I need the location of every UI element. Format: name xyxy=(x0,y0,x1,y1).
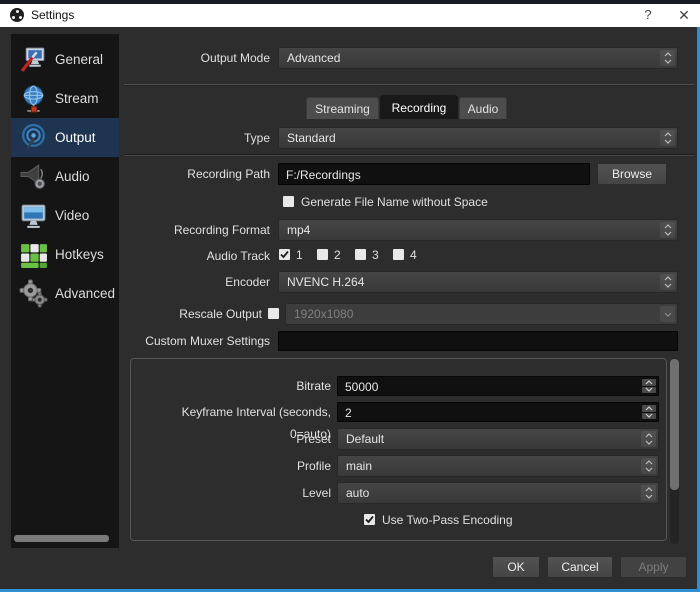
rescale-output-checkbox[interactable] xyxy=(268,308,279,319)
titlebar[interactable]: Settings ? ✕ xyxy=(0,4,700,27)
audio-icon xyxy=(19,162,48,191)
spin-up-icon xyxy=(642,405,656,412)
settings-category-list: General Stream xyxy=(11,34,119,548)
audio-track-2-label: 2 xyxy=(334,248,341,262)
chevron-updown-icon xyxy=(641,458,656,474)
chevron-updown-icon xyxy=(660,130,675,146)
audio-track-3-label: 3 xyxy=(372,248,379,262)
apply-button[interactable]: Apply xyxy=(620,556,687,578)
obs-logo-icon xyxy=(10,8,24,22)
advanced-icon xyxy=(19,279,48,308)
preset-select[interactable]: Default xyxy=(337,428,659,450)
chevron-down-icon xyxy=(660,306,675,322)
audio-track-label: Audio Track xyxy=(130,245,270,267)
sidebar-horizontal-scrollbar[interactable] xyxy=(14,535,109,542)
level-select[interactable]: auto xyxy=(337,482,659,504)
audio-track-2-checkbox[interactable] xyxy=(317,249,328,260)
audio-track-4-checkbox[interactable] xyxy=(393,249,404,260)
chevron-updown-icon xyxy=(641,431,656,447)
chevron-updown-icon xyxy=(660,274,675,290)
spinner-buttons[interactable] xyxy=(642,379,656,393)
settings-window: Settings ? ✕ General xyxy=(0,0,700,592)
ok-button[interactable]: OK xyxy=(492,556,540,578)
spinner-buttons[interactable] xyxy=(642,405,656,419)
stream-icon xyxy=(19,84,48,113)
generate-no-space-checkbox[interactable] xyxy=(283,196,294,207)
custom-muxer-label: Custom Muxer Settings xyxy=(130,330,270,352)
bitrate-label: Bitrate xyxy=(140,375,331,397)
sidebar-item-hotkeys[interactable]: Hotkeys xyxy=(11,235,119,274)
chevron-updown-icon xyxy=(641,485,656,501)
generate-no-space-label: Generate File Name without Space xyxy=(301,195,488,209)
audio-track-1-checkbox[interactable] xyxy=(279,249,290,260)
browse-button[interactable]: Browse xyxy=(597,163,667,185)
tab-audio[interactable]: Audio xyxy=(459,97,507,119)
spin-down-icon xyxy=(642,413,656,420)
profile-label: Profile xyxy=(140,455,331,477)
chevron-updown-icon xyxy=(660,222,675,238)
encoder-settings-scrollbar-thumb[interactable] xyxy=(670,359,679,490)
two-pass-label: Use Two-Pass Encoding xyxy=(382,513,513,527)
spin-down-icon xyxy=(642,387,656,394)
custom-muxer-input[interactable] xyxy=(278,331,678,351)
close-button[interactable]: ✕ xyxy=(668,4,700,27)
profile-select[interactable]: main xyxy=(337,455,659,477)
sidebar-item-video[interactable]: Video xyxy=(11,196,119,235)
output-icon xyxy=(19,123,48,152)
type-select[interactable]: Standard xyxy=(278,127,678,149)
window-title: Settings xyxy=(31,4,74,27)
level-label: Level xyxy=(140,482,331,504)
two-pass-checkbox[interactable] xyxy=(364,514,375,525)
rescale-resolution-select: 1920x1080 xyxy=(285,303,678,325)
tab-recording[interactable]: Recording xyxy=(380,95,458,119)
separator xyxy=(124,154,694,156)
bitrate-input[interactable]: 50000 xyxy=(337,376,659,396)
spin-up-icon xyxy=(642,379,656,386)
audio-track-4-label: 4 xyxy=(410,248,417,262)
sidebar-item-advanced[interactable]: Advanced xyxy=(11,274,119,313)
keyframe-interval-label: Keyframe Interval (seconds, 0=auto) xyxy=(140,401,331,423)
general-icon xyxy=(19,45,48,74)
hotkeys-icon xyxy=(19,240,48,269)
tab-streaming[interactable]: Streaming xyxy=(306,97,379,119)
sidebar-item-output[interactable]: Output xyxy=(11,118,119,157)
preset-label: Preset xyxy=(140,428,331,450)
type-label: Type xyxy=(130,127,270,149)
separator xyxy=(124,84,694,86)
encoder-label: Encoder xyxy=(130,271,270,293)
output-mode-label: Output Mode xyxy=(130,47,270,69)
video-icon xyxy=(19,201,48,230)
sidebar-item-audio[interactable]: Audio xyxy=(11,157,119,196)
help-button[interactable]: ? xyxy=(630,4,666,27)
encoder-select[interactable]: NVENC H.264 xyxy=(278,271,678,293)
recording-path-label: Recording Path xyxy=(130,163,270,185)
recording-format-select[interactable]: mp4 xyxy=(278,219,678,241)
output-mode-select[interactable]: Advanced xyxy=(278,47,678,69)
cancel-button[interactable]: Cancel xyxy=(547,556,613,578)
audio-track-3-checkbox[interactable] xyxy=(355,249,366,260)
rescale-output-label: Rescale Output xyxy=(122,303,262,325)
chevron-updown-icon xyxy=(660,50,675,66)
recording-path-input[interactable]: F:/Recordings xyxy=(278,163,590,185)
sidebar-item-general[interactable]: General xyxy=(11,40,119,79)
sidebar-item-stream[interactable]: Stream xyxy=(11,79,119,118)
audio-track-1-label: 1 xyxy=(296,248,303,262)
keyframe-interval-input[interactable]: 2 xyxy=(337,402,659,422)
recording-format-label: Recording Format xyxy=(130,219,270,241)
